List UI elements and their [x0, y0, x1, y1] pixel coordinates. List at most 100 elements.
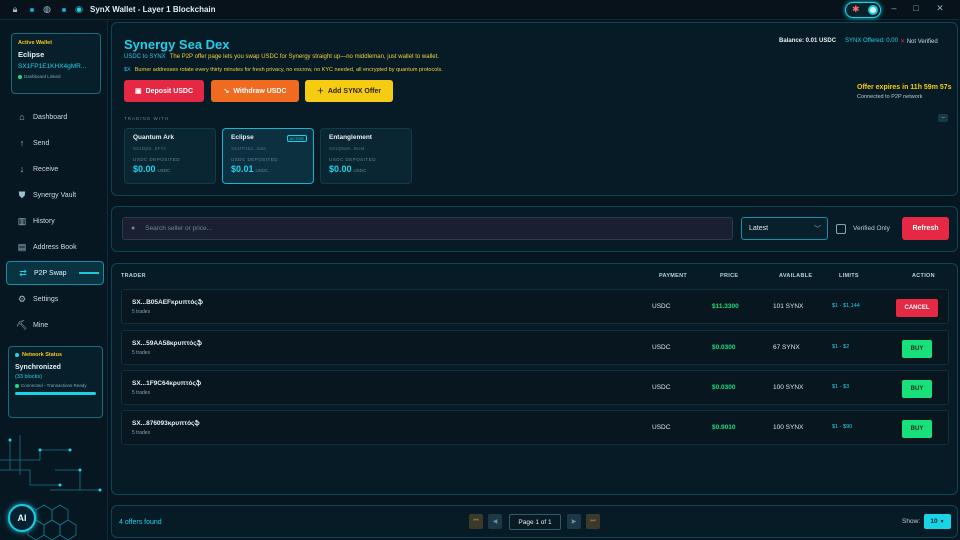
- refresh-button[interactable]: Refresh: [902, 217, 949, 240]
- offers-table: TRADER PAYMENT PRICE AVAILABLE LIMITS AC…: [111, 263, 958, 495]
- gear-icon: ⚙: [17, 293, 27, 304]
- header-available: AVAILABLE: [779, 273, 813, 279]
- offer-price: $0.9010: [712, 424, 736, 431]
- payment-method: USDC: [652, 344, 671, 351]
- minimize-button[interactable]: –: [888, 3, 900, 13]
- p2p-connection-status: Connected to P2P network: [857, 94, 923, 100]
- wallet-card-quantum-ark[interactable]: Quantum Ark SX1ZtjNr...EFYs USDC DEPOSIT…: [124, 128, 216, 184]
- trader-trades: 5 trades: [132, 309, 151, 315]
- sidebar-item-mine[interactable]: ⛏ Mine: [6, 314, 104, 336]
- page-indicator: Page 1 of 1: [509, 514, 561, 530]
- network-connection-text: Connected - Transactions Ready: [21, 383, 87, 388]
- offer-price: $0.0300: [712, 384, 736, 391]
- cancel-offer-button[interactable]: CANCEL: [896, 299, 938, 317]
- globe-icon[interactable]: ◍: [40, 3, 54, 17]
- wallet-card-label: USDC DEPOSITED: [329, 157, 377, 162]
- network-sync-status: Synchronized: [15, 364, 61, 371]
- app-logo-icon: ◉: [75, 4, 83, 14]
- sidebar-item-settings[interactable]: ⚙ Settings: [6, 288, 104, 310]
- active-badge: ACTIVE: [286, 135, 307, 142]
- status-dot: [15, 353, 19, 357]
- sidebar-item-label: Dashboard: [33, 113, 68, 121]
- wallet-card-address: SX1Q9eW...9sHd: [329, 146, 365, 151]
- search-icon: ●: [131, 225, 136, 232]
- sidebar-item-receive[interactable]: ↓ Receive: [6, 158, 104, 180]
- wallet-card-address: SX1ZtjNr...EFYs: [133, 146, 166, 151]
- sidebar-item-history[interactable]: ▥ History: [6, 210, 104, 232]
- sync-progress-bar: [15, 392, 96, 395]
- wallet-card-eclipse[interactable]: ACTIVE Eclipse SX1FP1E1...5aM USDC DEPOS…: [222, 128, 314, 184]
- prev-page-icon[interactable]: ◀: [488, 514, 502, 529]
- buy-button[interactable]: BUY: [902, 380, 932, 398]
- search-input[interactable]: [145, 225, 706, 232]
- synx-offered-text: SYNX Offered: 0.00: [845, 38, 898, 44]
- balance-text: Balance: 0.01 USDC: [779, 38, 837, 44]
- offer-available: 101 SYNX: [773, 303, 804, 310]
- last-page-icon[interactable]: ⏭: [586, 514, 600, 529]
- home-icon: ⌂: [19, 112, 25, 122]
- sidebar-item-dashboard[interactable]: ⌂ Dashboard: [6, 106, 104, 128]
- wallet-name: Eclipse: [18, 50, 45, 59]
- wallet-card-label: USDC DEPOSITED: [231, 157, 279, 162]
- verified-only-checkbox[interactable]: [836, 224, 846, 234]
- header-payment: PAYMENT: [659, 273, 688, 279]
- next-page-icon[interactable]: ▶: [567, 514, 581, 529]
- pagination-bar: 4 offers found ⏮ ◀ Page 1 of 1 ▶ ⏭ Show:…: [111, 505, 958, 538]
- wallet-card-entanglement[interactable]: Entanglement SX1Q9eW...9sHd USDC DEPOSIT…: [320, 128, 412, 184]
- sidebar-item-label: Mine: [33, 321, 49, 329]
- verification-text: Not Verified: [906, 39, 938, 45]
- receive-icon: ↓: [19, 164, 25, 174]
- close-button[interactable]: ✕: [934, 3, 946, 14]
- search-box[interactable]: ●: [122, 217, 733, 240]
- sort-select[interactable]: Latest ﹀: [741, 217, 828, 240]
- trader-trades: 5 trades: [132, 390, 151, 396]
- deposit-usdc-button[interactable]: ▣ Deposit USDC: [124, 80, 204, 102]
- payment-method: USDC: [652, 384, 671, 391]
- maximize-button[interactable]: □: [910, 3, 922, 13]
- sidebar-item-send[interactable]: ↑ Send: [6, 132, 104, 154]
- active-wallet-label: Active Wallet: [18, 40, 53, 46]
- trading-with-label: TRADING WITH: [124, 116, 169, 121]
- history-icon: ▥: [17, 215, 27, 226]
- sidebar-item-synergy-vault[interactable]: ⛊ Synergy Vault: [6, 184, 104, 206]
- sidebar-item-p2p-swap[interactable]: ⇄ P2P Swap: [6, 261, 104, 285]
- trader-trades: 5 trades: [132, 350, 151, 356]
- wallet-card-amount: $0.01: [231, 164, 254, 174]
- wallet-status: Dashboard Linked: [18, 74, 94, 79]
- withdraw-usdc-button[interactable]: ↘ Withdraw USDC: [211, 80, 299, 102]
- add-synx-offer-button[interactable]: ＋ Add SYNX Offer: [305, 80, 393, 102]
- verified-only-label[interactable]: Verified Only: [853, 225, 890, 232]
- table-row: SX...876093κρυπτόςֆ 5 trades USDC $0.901…: [121, 410, 949, 445]
- bug-icon: ✱: [852, 4, 860, 14]
- active-wallet-card[interactable]: Active Wallet Eclipse SX1FP1E1KHX4gMR...…: [11, 33, 101, 94]
- sidebar-item-address-book[interactable]: ▤ Address Book: [6, 236, 104, 258]
- first-page-icon[interactable]: ⏮: [469, 514, 483, 529]
- offer-price: $0.0300: [712, 344, 736, 351]
- buy-button[interactable]: BUY: [902, 420, 932, 438]
- table-row: SX...59AA58κρυπτόςֆ 5 trades USDC $0.030…: [121, 330, 949, 365]
- offer-limits: $1 - $1,144: [832, 303, 860, 309]
- wallet-card-address: SX1FP1E1...5aM: [231, 146, 266, 151]
- sort-value: Latest: [749, 225, 769, 232]
- offers-count: 4 offers found: [119, 519, 162, 526]
- theme-toggle[interactable]: ✱: [845, 2, 881, 18]
- collapse-button[interactable]: –: [938, 114, 948, 122]
- title-bar: 🔒︎ ◍ ◉ SynX Wallet - Layer 1 Blockchain: [0, 0, 960, 20]
- add-offer-icon: ＋: [316, 88, 324, 95]
- wallet-card-label: USDC DEPOSITED: [133, 157, 181, 162]
- filters-panel: ● Latest ﹀ Verified Only Refresh: [111, 206, 958, 252]
- offer-limits: $1 - $3: [832, 384, 850, 390]
- hero-description-tag: USDC to SYNX: [124, 54, 166, 60]
- trader-address: SX...59AA58κρυπτόςֆ: [132, 340, 202, 347]
- buy-button[interactable]: BUY: [902, 340, 932, 358]
- hero-description-text: The P2P offer page lets you swap USDC fo…: [169, 54, 439, 60]
- payment-method: USDC: [652, 303, 671, 310]
- offer-price: $11.3300: [712, 303, 739, 310]
- lock-icon[interactable]: 🔒︎: [8, 3, 22, 17]
- address-book-icon: ▤: [17, 241, 27, 252]
- chevron-down-icon: ▼: [939, 518, 945, 525]
- header-price: PRICE: [720, 273, 739, 279]
- deposit-label: Deposit USDC: [145, 87, 194, 95]
- page-size-select[interactable]: 10 ▼: [924, 514, 951, 529]
- ai-assistant-button[interactable]: AI: [8, 504, 36, 532]
